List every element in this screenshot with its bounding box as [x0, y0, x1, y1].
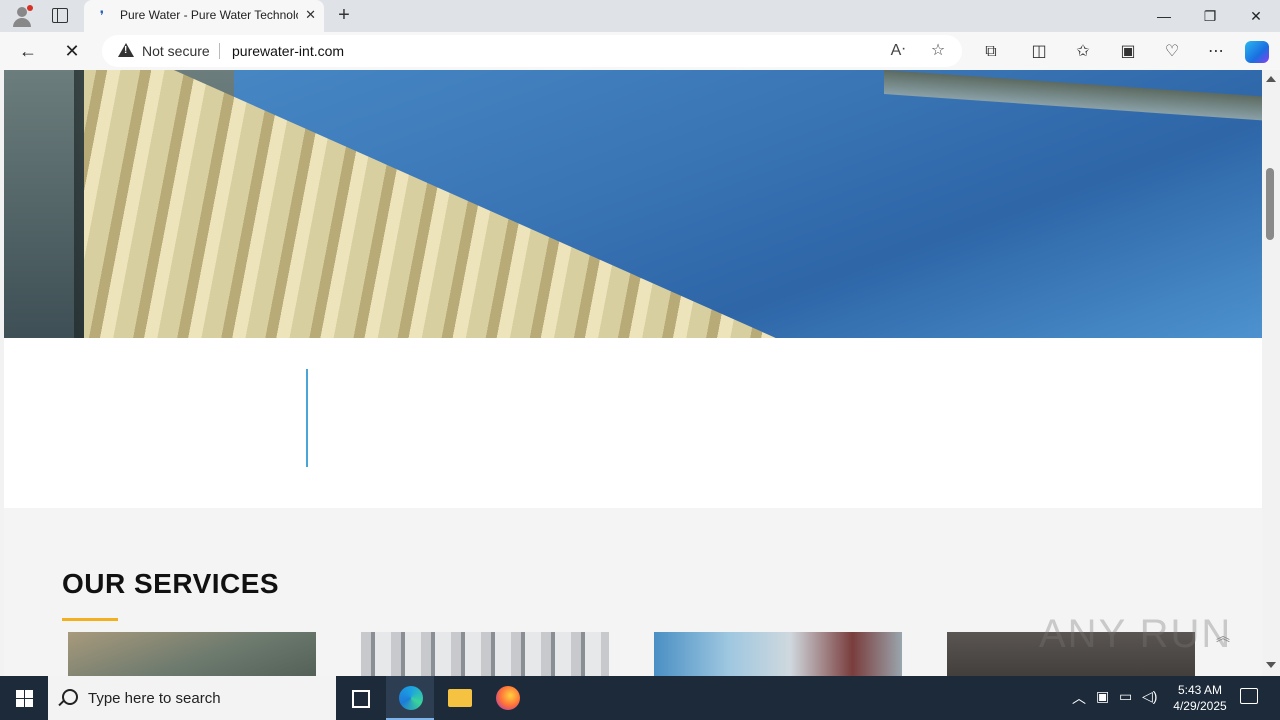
address-toolbar: ← ✕ Not secure purewater-int.com Aᐧ ☆ ⧉ … [0, 32, 1280, 71]
notifications-icon[interactable] [1240, 688, 1258, 704]
minimize-button[interactable]: — [1144, 5, 1184, 27]
service-card-3-image[interactable] [654, 632, 902, 676]
profile-icon[interactable] [10, 4, 34, 28]
tab-actions-icon[interactable] [52, 8, 68, 23]
search-icon [62, 689, 78, 705]
restore-button[interactable]: ❐ [1190, 5, 1230, 27]
scroll-top-icon[interactable]: ︽ [1216, 626, 1230, 646]
favicon: ❜ [99, 8, 105, 23]
more-icon[interactable]: ⋯ [1205, 41, 1227, 63]
clock-time: 5:43 AM [1177, 683, 1223, 697]
task-view-icon [352, 690, 370, 708]
security-label[interactable]: Not secure [142, 43, 210, 59]
favorites-icon[interactable]: ✩ [1072, 41, 1094, 63]
search-placeholder: Type here to search [88, 690, 221, 707]
service-card-1-image[interactable] [68, 632, 316, 676]
read-aloud-icon[interactable]: Aᐧ [888, 41, 908, 61]
stop-loading-icon[interactable]: ✕ [60, 39, 84, 63]
edge-icon [399, 686, 423, 710]
url-text[interactable]: purewater-int.com [232, 43, 344, 59]
tab-pure-water[interactable]: ❜ Pure Water - Pure Water Technolo ✕ [84, 0, 324, 32]
meet-now-icon[interactable]: ▣ [1096, 688, 1109, 705]
task-view-button[interactable] [336, 676, 384, 720]
collections-icon[interactable]: ▣ [1117, 41, 1139, 63]
extensions-icon[interactable]: ⧉ [980, 41, 1002, 63]
warning-icon[interactable] [118, 43, 134, 57]
vertical-divider [306, 369, 308, 467]
tab-title: Pure Water - Pure Water Technolo [120, 8, 298, 22]
scroll-down-icon[interactable] [1266, 662, 1276, 668]
network-icon[interactable]: ▭ [1119, 688, 1132, 705]
browser-essentials-icon[interactable]: ♡ [1161, 41, 1183, 63]
tab-strip: ❜ Pure Water - Pure Water Technolo ✕ + —… [0, 0, 1280, 32]
scroll-up-icon[interactable] [1266, 76, 1276, 82]
favorite-icon[interactable]: ☆ [928, 41, 948, 61]
close-tab-icon[interactable]: ✕ [305, 7, 316, 23]
service-card-2-image[interactable] [361, 632, 609, 676]
scrollbar-thumb[interactable] [1266, 168, 1274, 240]
chevron-up-icon[interactable]: ︿ [1072, 688, 1086, 708]
new-tab-button[interactable]: + [332, 4, 356, 28]
copilot-icon[interactable] [1245, 41, 1269, 63]
services-heading: OUR SERVICES [62, 568, 280, 599]
back-icon[interactable]: ← [16, 39, 40, 63]
edge-taskbar-button[interactable] [386, 676, 434, 720]
separator [219, 43, 220, 59]
address-bar[interactable]: Not secure purewater-int.com Aᐧ ☆ [102, 35, 962, 67]
scrollbar[interactable] [1262, 70, 1280, 676]
clock-date: 4/29/2025 [1173, 699, 1227, 713]
watermark: ANY RUN [1039, 612, 1233, 656]
volume-icon[interactable]: ◁) [1142, 688, 1157, 705]
firefox-button[interactable] [484, 676, 532, 720]
file-explorer-button[interactable] [436, 676, 484, 720]
file-explorer-icon [448, 689, 472, 707]
web-page: OUR SERVICES ANY RUN ︽ [0, 70, 1262, 676]
split-screen-icon[interactable]: ◫ [1028, 41, 1050, 63]
close-window-button[interactable]: ✕ [1236, 5, 1276, 27]
clock[interactable]: 5:43 AM 4/29/2025 [1162, 682, 1238, 714]
heading-underline [62, 618, 118, 621]
windows-start-icon[interactable] [0, 676, 48, 720]
firefox-icon [496, 686, 520, 710]
taskbar-search[interactable]: Type here to search [48, 676, 336, 720]
hero-image [4, 70, 1262, 338]
taskbar: Type here to search ︿ ▣ ▭ ◁) 5:43 AM 4/2… [0, 676, 1280, 720]
